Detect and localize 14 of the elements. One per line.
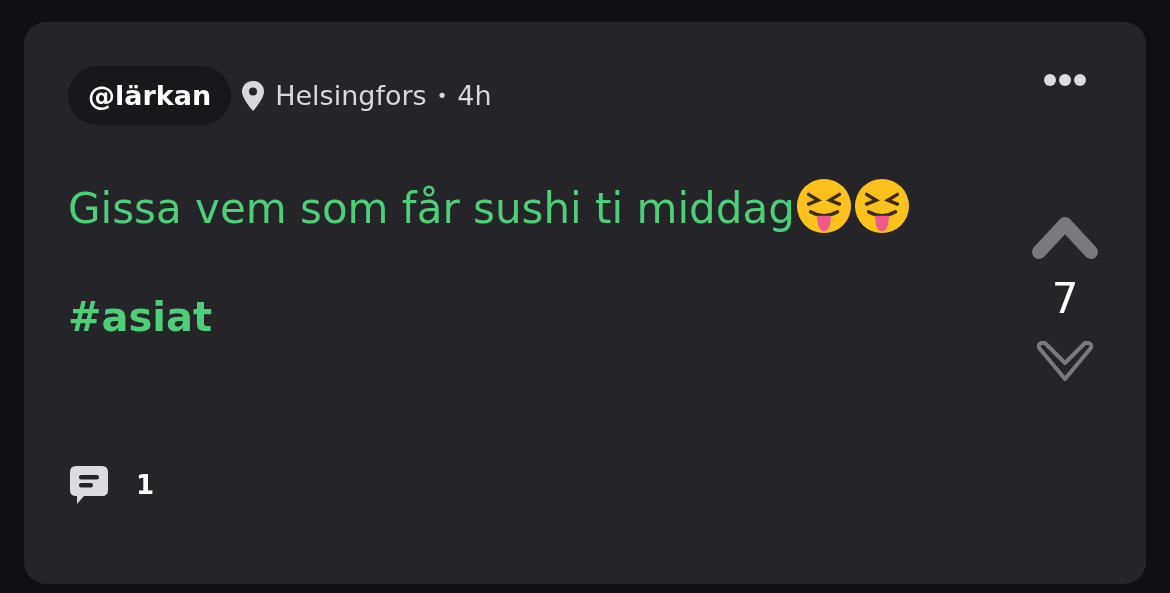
laughing-tongue-emoji-icon xyxy=(794,177,853,235)
comment-count: 1 xyxy=(136,470,155,500)
username-link[interactable]: @lärkan xyxy=(68,66,232,125)
separator-text: • xyxy=(436,85,448,106)
post-age: 4h xyxy=(457,80,492,111)
laughing-tongue-emoji-icon xyxy=(852,177,911,235)
post-text: Gissa vem som får sushi ti middag xyxy=(68,184,795,233)
vote-score: 7 xyxy=(1051,274,1079,323)
location-text: Helsingfors xyxy=(275,80,427,111)
location-pin-icon xyxy=(241,79,266,112)
hashtag-link[interactable]: #asiat xyxy=(68,294,213,340)
more-options-button[interactable] xyxy=(1043,72,1087,88)
upvote-button[interactable] xyxy=(1031,214,1099,260)
comment-icon[interactable] xyxy=(68,464,110,506)
